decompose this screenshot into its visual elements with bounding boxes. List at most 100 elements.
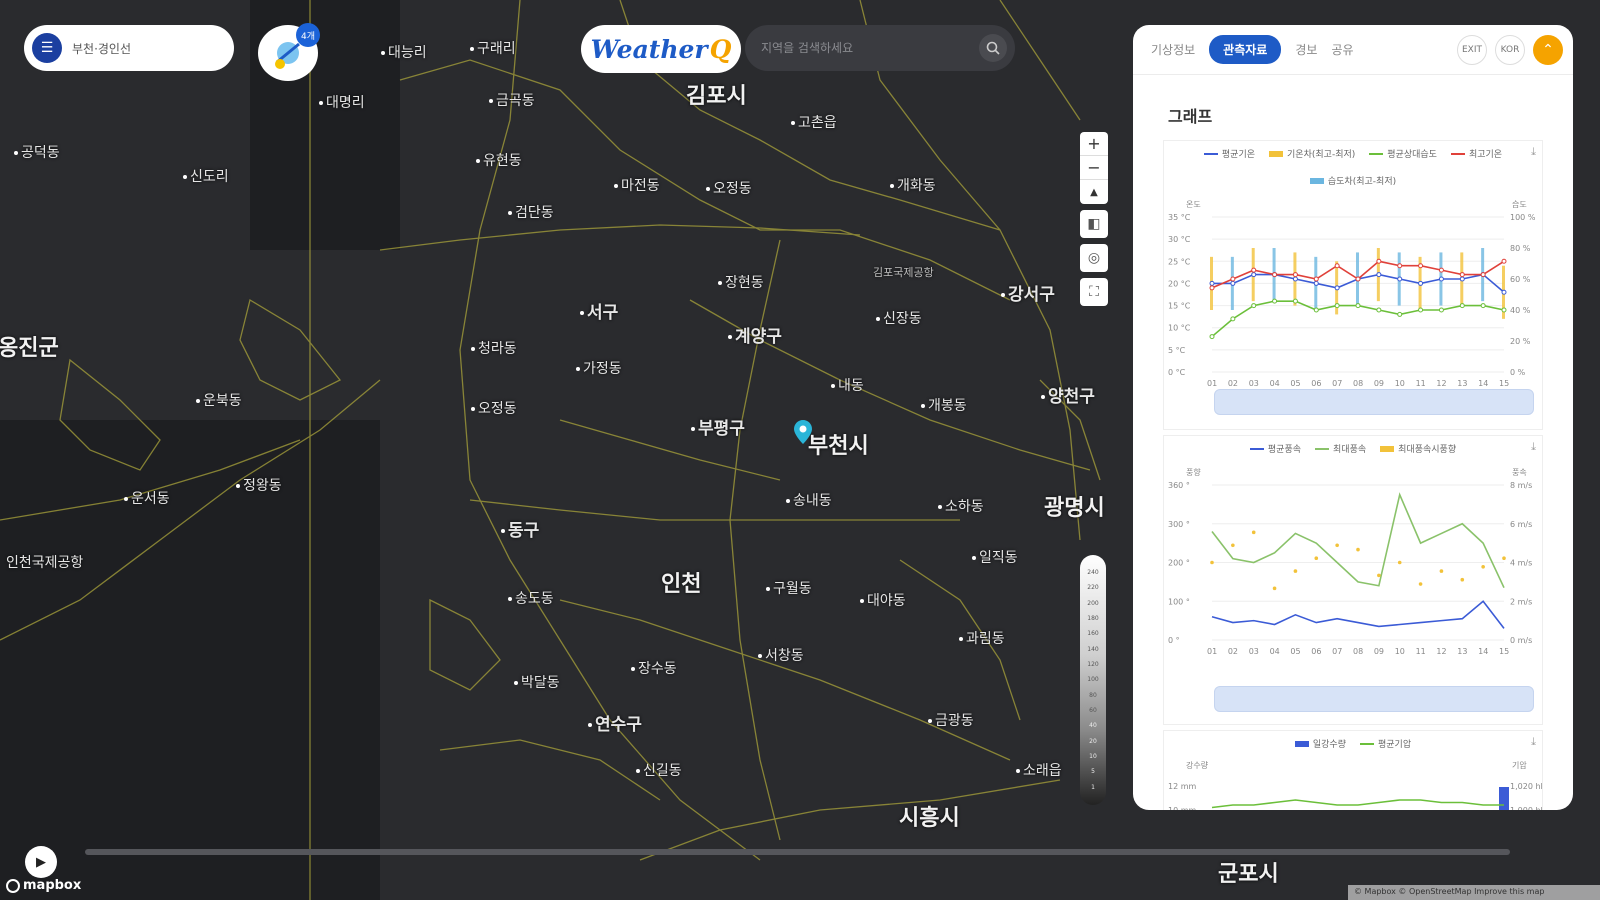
data-point[interactable] bbox=[1209, 285, 1215, 291]
language-button[interactable]: KOR bbox=[1495, 34, 1525, 65]
data-point[interactable] bbox=[1251, 303, 1257, 309]
direction-point[interactable] bbox=[1251, 530, 1256, 535]
chart-2-range-brush[interactable] bbox=[1214, 686, 1534, 712]
weather-layer-button[interactable]: 4개 bbox=[258, 23, 320, 81]
legend-entry[interactable]: 최고기온 bbox=[1450, 147, 1502, 160]
data-point[interactable] bbox=[1355, 303, 1361, 309]
direction-point[interactable] bbox=[1231, 543, 1235, 548]
data-point[interactable] bbox=[1418, 280, 1424, 286]
download-icon[interactable]: ⤓ bbox=[1531, 735, 1536, 749]
collapse-chevron-icon[interactable]: ⌃ bbox=[1533, 34, 1563, 65]
download-icon[interactable]: ⤓ bbox=[1531, 145, 1536, 159]
tab-weather-info[interactable]: 기상정보 bbox=[1151, 41, 1195, 58]
data-point[interactable] bbox=[1397, 276, 1403, 282]
direction-point[interactable] bbox=[1335, 543, 1339, 548]
layers-icon[interactable]: ◧ bbox=[1080, 210, 1108, 238]
legend-tick: 180 bbox=[1087, 615, 1099, 623]
data-point[interactable] bbox=[1230, 276, 1236, 282]
data-point[interactable] bbox=[1292, 276, 1298, 282]
direction-point[interactable] bbox=[1356, 547, 1360, 552]
compass-button[interactable]: ▲ bbox=[1080, 180, 1108, 204]
data-point[interactable] bbox=[1313, 280, 1319, 286]
direction-point[interactable] bbox=[1439, 569, 1444, 573]
legend-entry[interactable]: 기온차(최고-최저) bbox=[1269, 147, 1355, 160]
place-daneuri: 대능리 bbox=[381, 42, 427, 62]
data-point[interactable] bbox=[1251, 267, 1257, 273]
direction-point[interactable] bbox=[1397, 560, 1402, 565]
data-point[interactable] bbox=[1272, 298, 1278, 304]
direction-point[interactable] bbox=[1418, 582, 1423, 586]
legend-entry[interactable]: 최대풍속 bbox=[1315, 442, 1366, 455]
data-point[interactable] bbox=[1230, 280, 1236, 286]
data-point[interactable] bbox=[1459, 303, 1465, 309]
chart-1-range-brush[interactable] bbox=[1214, 389, 1534, 415]
legend-entry[interactable]: 평균기온 bbox=[1203, 147, 1255, 160]
location-pin-icon[interactable] bbox=[794, 420, 812, 444]
legend-entry[interactable]: 일강수량 bbox=[1294, 737, 1346, 750]
tab-share[interactable]: 공유 bbox=[1331, 41, 1353, 58]
direction-point[interactable] bbox=[1502, 556, 1506, 560]
legend-entry[interactable]: 평균기압 bbox=[1360, 737, 1411, 750]
data-point[interactable] bbox=[1438, 267, 1444, 273]
data-point[interactable] bbox=[1480, 303, 1486, 309]
data-point[interactable] bbox=[1230, 316, 1236, 322]
data-point[interactable] bbox=[1501, 258, 1507, 264]
legend-entry[interactable]: 습도차(최고-최저) bbox=[1309, 174, 1396, 187]
data-point[interactable] bbox=[1292, 272, 1298, 278]
direction-point[interactable] bbox=[1377, 573, 1381, 578]
data-point[interactable] bbox=[1251, 272, 1257, 278]
data-point[interactable] bbox=[1272, 272, 1278, 278]
map-attribution[interactable]: © Mapbox © OpenStreetMap Improve this ma… bbox=[1348, 885, 1600, 900]
data-point[interactable] bbox=[1209, 280, 1215, 286]
data-point[interactable] bbox=[1459, 272, 1465, 278]
panel-title: 그래프 bbox=[1168, 107, 1213, 126]
data-point[interactable] bbox=[1334, 285, 1340, 291]
direction-point[interactable] bbox=[1460, 577, 1465, 582]
data-point[interactable] bbox=[1501, 289, 1507, 295]
data-point[interactable] bbox=[1376, 258, 1382, 264]
direction-point[interactable] bbox=[1314, 556, 1319, 560]
data-point[interactable] bbox=[1334, 303, 1340, 309]
download-icon[interactable]: ⤓ bbox=[1531, 440, 1536, 454]
data-point[interactable] bbox=[1459, 276, 1465, 282]
play-icon[interactable]: ▶ bbox=[25, 846, 57, 878]
search-icon[interactable] bbox=[979, 34, 1007, 62]
menu-pill[interactable]: ☰ 부천·경인선 bbox=[24, 25, 234, 71]
search-input[interactable] bbox=[761, 41, 979, 55]
direction-point[interactable] bbox=[1481, 565, 1485, 569]
data-point[interactable] bbox=[1501, 307, 1507, 313]
locate-icon[interactable]: ◎ bbox=[1080, 244, 1108, 272]
zoom-in-button[interactable]: + bbox=[1080, 132, 1108, 156]
data-point[interactable] bbox=[1376, 272, 1382, 278]
data-point[interactable] bbox=[1397, 263, 1403, 269]
x-tick: 15 bbox=[1499, 647, 1509, 656]
data-point[interactable] bbox=[1334, 263, 1340, 269]
data-point[interactable] bbox=[1209, 334, 1215, 340]
direction-point[interactable] bbox=[1293, 569, 1298, 573]
legend-entry[interactable]: 평균상대습도 bbox=[1369, 147, 1437, 160]
direction-point[interactable] bbox=[1210, 560, 1214, 565]
fullscreen-icon[interactable]: ⛶ bbox=[1080, 278, 1108, 306]
timeline-slider[interactable] bbox=[85, 849, 1510, 855]
precip-bar[interactable] bbox=[1499, 787, 1509, 810]
zoom-out-button[interactable]: − bbox=[1080, 156, 1108, 180]
data-point[interactable] bbox=[1418, 263, 1424, 269]
legend-entry[interactable]: 평균풍속 bbox=[1249, 442, 1301, 455]
exit-button[interactable]: EXIT bbox=[1457, 34, 1487, 65]
tab-warning[interactable]: 경보 bbox=[1295, 41, 1317, 58]
data-point[interactable] bbox=[1313, 276, 1319, 282]
direction-point[interactable] bbox=[1272, 586, 1277, 591]
data-point[interactable] bbox=[1292, 298, 1298, 304]
data-point[interactable] bbox=[1480, 272, 1486, 278]
legend-entry[interactable]: 최대풍속시풍향 bbox=[1380, 442, 1456, 455]
data-point[interactable] bbox=[1438, 276, 1444, 282]
data-point[interactable] bbox=[1355, 276, 1361, 282]
data-point[interactable] bbox=[1418, 307, 1424, 313]
data-point[interactable] bbox=[1438, 307, 1444, 313]
data-point[interactable] bbox=[1376, 307, 1382, 313]
data-point[interactable] bbox=[1397, 311, 1403, 317]
menu-icon[interactable]: ☰ bbox=[32, 33, 62, 63]
tab-observation[interactable]: 관측자료 bbox=[1209, 35, 1282, 64]
weatherq-logo[interactable]: Weather Q bbox=[581, 25, 741, 73]
data-point[interactable] bbox=[1313, 307, 1319, 313]
